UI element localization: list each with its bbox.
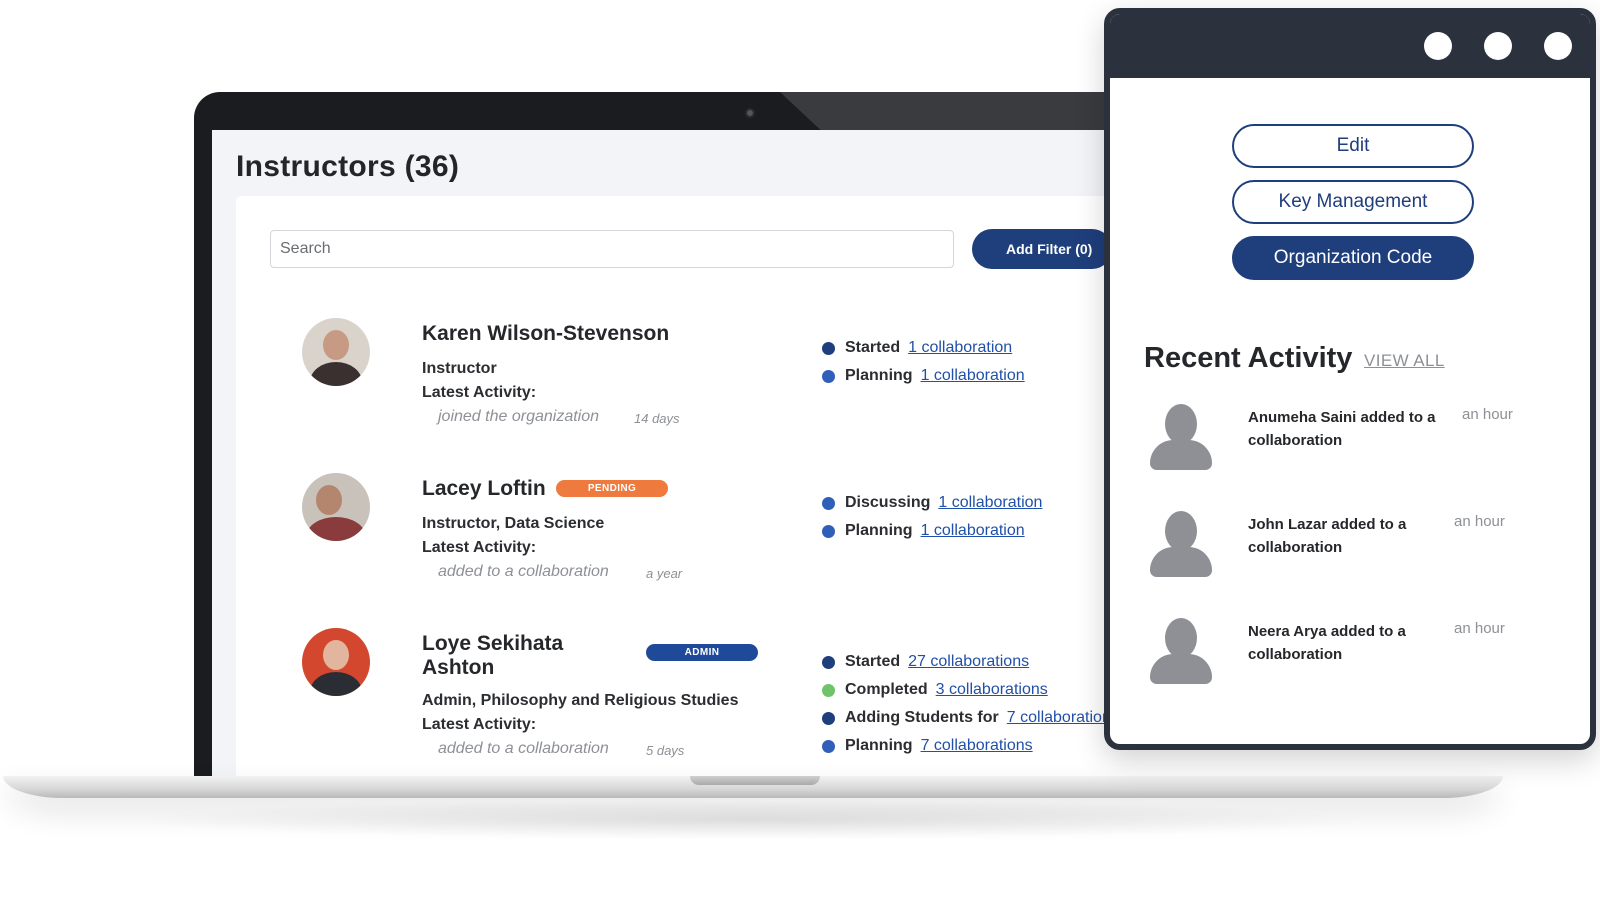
- collaboration-link[interactable]: 27 collaborations: [908, 653, 1029, 671]
- key-management-button[interactable]: Key Management: [1232, 180, 1474, 224]
- add-filter-button[interactable]: Add Filter (0): [972, 229, 1112, 269]
- window-dot-icon[interactable]: [1484, 32, 1512, 60]
- avatar-placeholder-icon: [1150, 404, 1212, 470]
- status-label: Started: [845, 339, 901, 356]
- recent-activity-title: Recent Activity: [1144, 342, 1353, 374]
- instructor-name[interactable]: Lacey Loftin: [422, 477, 546, 501]
- activity-time: an hour: [1454, 620, 1505, 637]
- floor-shadow: [120, 800, 1380, 840]
- status-dot-icon: [822, 711, 835, 725]
- organization-code-button[interactable]: Organization Code: [1232, 236, 1474, 280]
- activity-text: Neera Arya added to a collaboration: [1248, 623, 1406, 663]
- status-list: Discussing 1 collaboration Planning 1 co…: [822, 489, 1042, 545]
- collaboration-link[interactable]: 1 collaboration: [921, 367, 1025, 385]
- latest-activity-text: added to a collaboration: [438, 740, 609, 757]
- activity-item[interactable]: John Lazar added to a collaboration an h…: [1150, 511, 1570, 591]
- window-dot-icon[interactable]: [1424, 32, 1452, 60]
- activity-text: Anumeha Saini added to a collaboration: [1248, 409, 1436, 449]
- avatar-placeholder-icon: [1150, 511, 1212, 577]
- avatar[interactable]: [302, 473, 370, 541]
- latest-activity-label: Latest Activity:: [422, 716, 537, 733]
- organization-panel: Edit Key Management Organization Code Re…: [1104, 8, 1596, 750]
- latest-activity-label: Latest Activity:: [422, 384, 537, 401]
- status-item: Completed 3 collaborations: [822, 676, 1119, 704]
- collaboration-link[interactable]: 7 collaborations: [921, 737, 1033, 755]
- latest-activity-label: Latest Activity:: [422, 539, 537, 556]
- laptop-notch: [690, 776, 820, 785]
- instructor-name[interactable]: Karen Wilson-Stevenson: [422, 322, 669, 346]
- collaboration-link[interactable]: 3 collaborations: [936, 681, 1048, 699]
- latest-activity-text: joined the organization: [438, 408, 600, 425]
- camera-icon: [745, 108, 755, 118]
- status-dot-icon: [822, 655, 835, 669]
- status-label: Planning: [845, 522, 913, 539]
- collaboration-link[interactable]: 7 collaborations: [1007, 709, 1119, 727]
- status-dot-icon: [822, 496, 835, 510]
- view-all-link[interactable]: VIEW ALL: [1364, 351, 1445, 371]
- activity-time: an hour: [1462, 406, 1513, 423]
- avatar-placeholder-icon: [1150, 618, 1212, 684]
- latest-activity-time: 14 days: [634, 411, 680, 426]
- avatar[interactable]: [302, 628, 370, 696]
- page-title: Instructors (36): [236, 150, 460, 183]
- status-dot-icon: [822, 683, 835, 697]
- status-item: Adding Students for 7 collaborations: [822, 704, 1119, 732]
- collaboration-link[interactable]: 1 collaboration: [938, 494, 1042, 512]
- instructor-role: Instructor, Data Science: [422, 515, 605, 532]
- status-list: Started 27 collaborations Completed 3 co…: [822, 648, 1119, 760]
- activity-text: John Lazar added to a collaboration: [1248, 516, 1407, 556]
- panel-titlebar: [1110, 14, 1590, 78]
- admin-badge: ADMIN: [646, 644, 758, 661]
- status-list: Started 1 collaboration Planning 1 colla…: [822, 334, 1025, 390]
- instructor-role: Admin, Philosophy and Religious Studies: [422, 692, 739, 709]
- status-label: Planning: [845, 367, 913, 384]
- status-label: Planning: [845, 737, 913, 754]
- collaboration-link[interactable]: 1 collaboration: [921, 522, 1025, 540]
- activity-item[interactable]: Neera Arya added to a collaboration an h…: [1150, 618, 1570, 698]
- instructor-role: Instructor: [422, 360, 497, 377]
- latest-activity-time: 5 days: [646, 743, 685, 758]
- status-label: Discussing: [845, 494, 931, 511]
- window-dot-icon[interactable]: [1544, 32, 1572, 60]
- activity-time: an hour: [1454, 513, 1505, 530]
- status-item: Planning 1 collaboration: [822, 517, 1042, 545]
- status-dot-icon: [822, 739, 835, 753]
- status-item: Planning 7 collaborations: [822, 732, 1119, 760]
- status-item: Planning 1 collaboration: [822, 362, 1025, 390]
- status-item: Discussing 1 collaboration: [822, 489, 1042, 517]
- activity-item[interactable]: Anumeha Saini added to a collaboration a…: [1150, 404, 1570, 484]
- collaboration-link[interactable]: 1 collaboration: [908, 339, 1012, 357]
- edit-button[interactable]: Edit: [1232, 124, 1474, 168]
- status-item: Started 1 collaboration: [822, 334, 1025, 362]
- instructor-name[interactable]: Loye Sekihata Ashton: [422, 632, 592, 680]
- status-dot-icon: [822, 524, 835, 538]
- latest-activity-text: added to a collaboration: [438, 563, 609, 580]
- status-dot-icon: [822, 341, 835, 355]
- status-label: Completed: [845, 681, 928, 698]
- search-input[interactable]: [270, 230, 954, 268]
- status-dot-icon: [822, 369, 835, 383]
- avatar[interactable]: [302, 318, 370, 386]
- pending-badge: PENDING: [556, 480, 668, 497]
- latest-activity-time: a year: [646, 566, 683, 581]
- status-label: Started: [845, 653, 901, 670]
- status-item: Started 27 collaborations: [822, 648, 1119, 676]
- status-label: Adding Students for: [845, 709, 999, 726]
